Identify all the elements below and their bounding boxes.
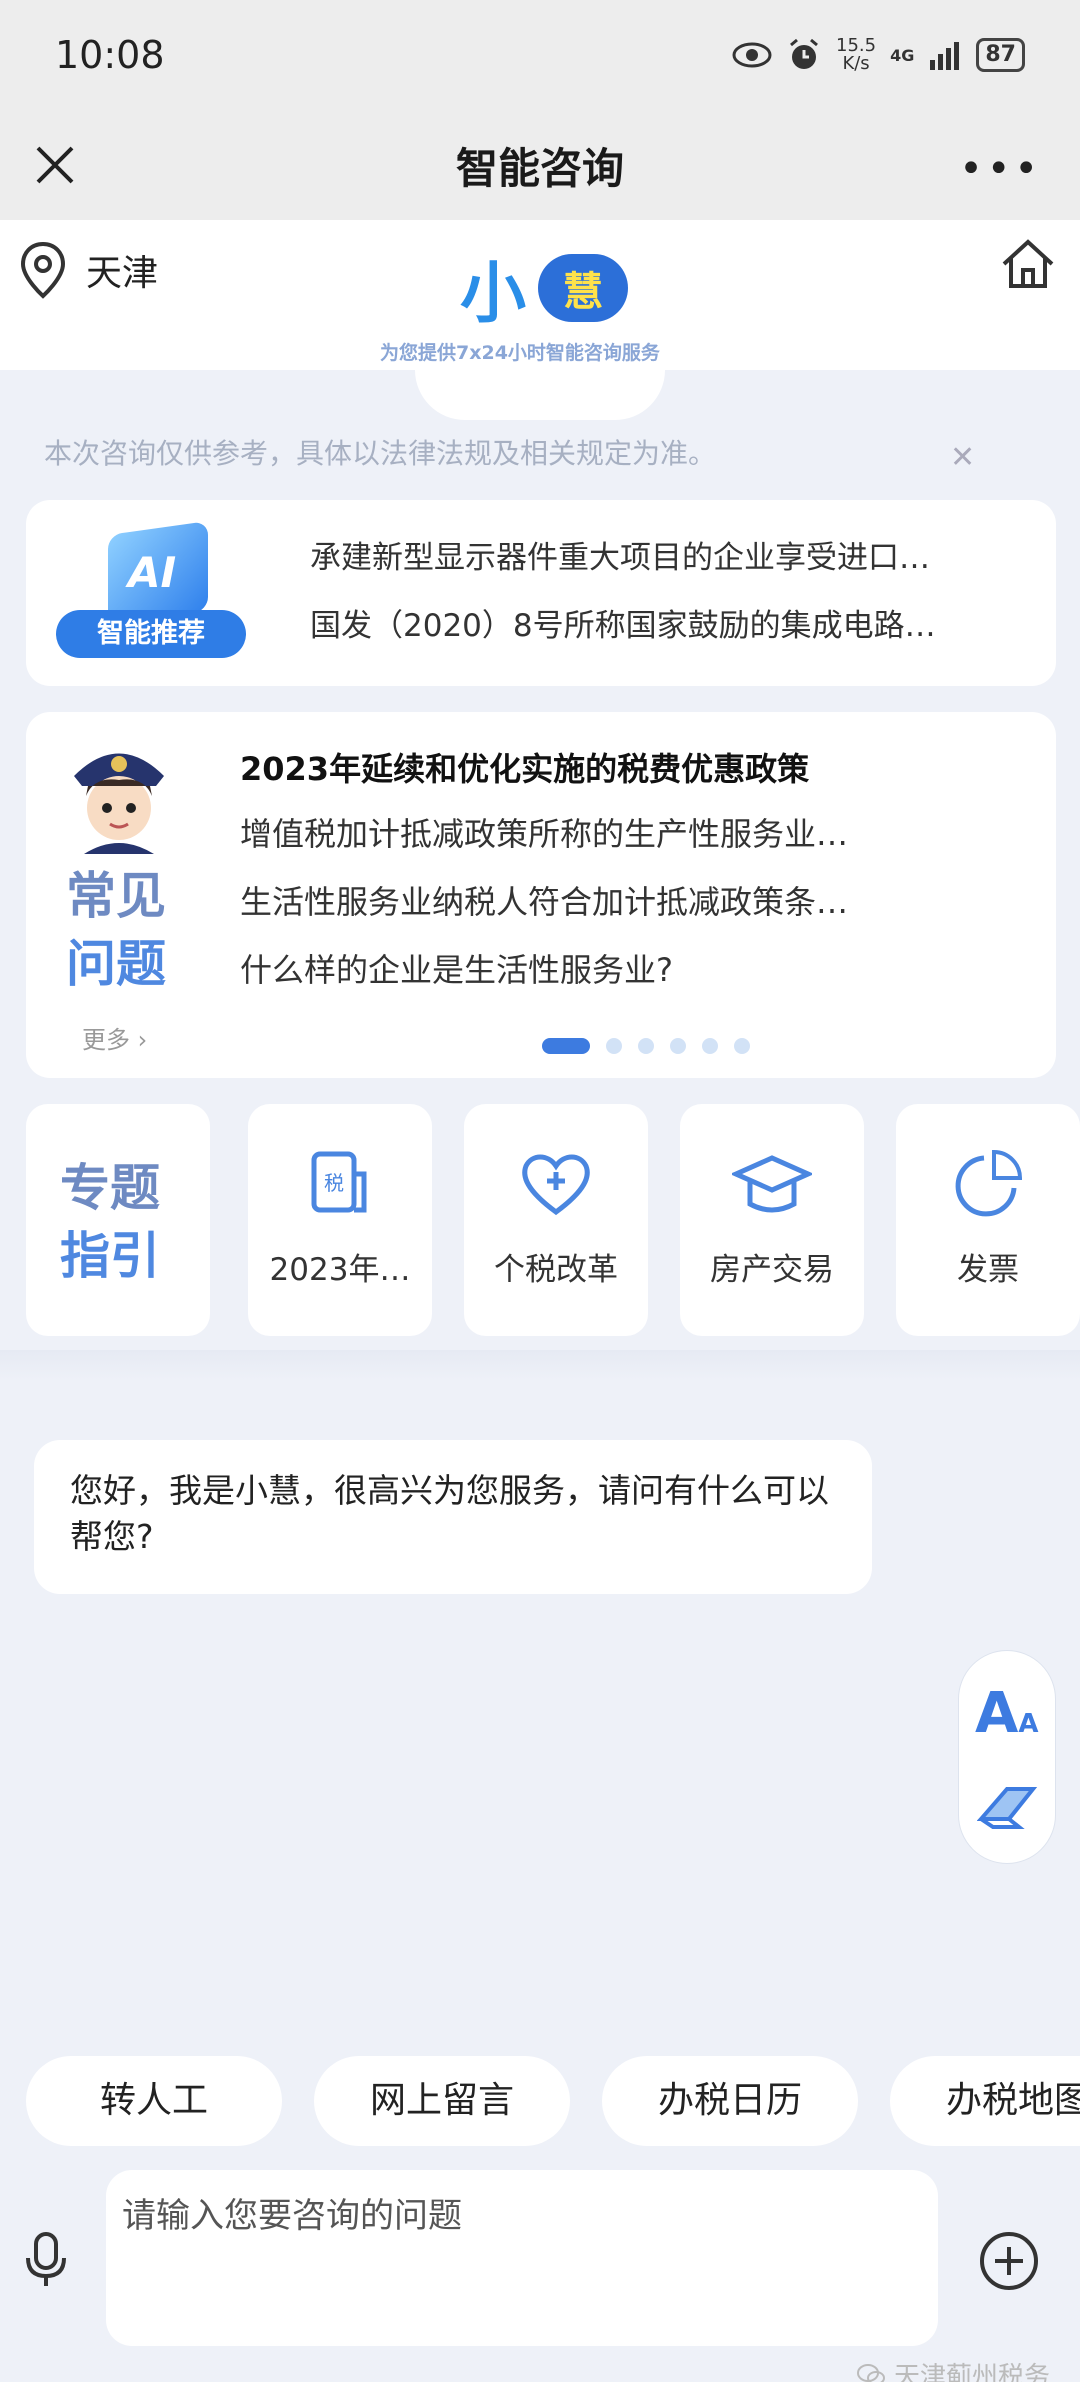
tax-officer-avatar <box>74 753 164 854</box>
add-icon[interactable] <box>978 2230 1040 2292</box>
pie-chart-icon <box>955 1149 1023 1217</box>
recommend-item[interactable]: 承建新型显示器件重大项目的企业享受进口… <box>310 530 1040 598</box>
carousel-dot[interactable] <box>606 1038 622 1054</box>
eye-icon <box>732 42 772 68</box>
signal-icon <box>930 42 960 70</box>
eraser-icon[interactable] <box>977 1779 1039 1833</box>
wechat-icon <box>856 2363 885 2382</box>
faq-item[interactable]: 什么样的企业是生活性服务业? <box>240 936 1000 1004</box>
battery-icon: 87 <box>976 38 1025 72</box>
input-area: 请输入您要咨询的问题 天津蓟州税务 <box>0 2160 1080 2382</box>
carousel-dot[interactable] <box>542 1038 590 1054</box>
faq-item[interactable]: 生活性服务业纳税人符合加计抵减政策条… <box>240 868 1000 936</box>
location-selector[interactable]: 天津 <box>18 240 158 300</box>
notice-close-icon[interactable]: ✕ <box>950 440 975 475</box>
topic-property[interactable]: 房产交易 <box>680 1104 864 1336</box>
status-bar: 10:08 15.5 K/s 4G 87 <box>0 0 1080 110</box>
net-speed: 15.5 K/s <box>836 35 877 74</box>
faq-card: 常见 问题 更多 › 2023年延续和优化实施的税费优惠政策 增值税加计抵减政策… <box>26 712 1056 1078</box>
faq-more-link[interactable]: 更多 › <box>82 1020 147 1055</box>
disclaimer-notice: 本次咨询仅供参考，具体以法律法规及相关规定为准。 <box>44 437 717 470</box>
page-title: 智能咨询 <box>455 143 624 193</box>
ai-recommend-badge: AI 智能推荐 <box>56 520 246 658</box>
location-pin-icon <box>20 241 66 299</box>
recommend-card: AI 智能推荐 承建新型显示器件重大项目的企业享受进口… 国发（2020）8号所… <box>26 500 1056 686</box>
carousel-dot[interactable] <box>670 1038 686 1054</box>
xiaohui-logo: 小 慧 <box>460 240 628 336</box>
close-icon[interactable] <box>30 140 80 190</box>
assistant-header: 天津 小 慧 为您提供7x24小时智能咨询服务 <box>0 220 1080 370</box>
clock: 10:08 <box>55 33 165 77</box>
slogan: 为您提供7x24小时智能咨询服务 <box>380 342 660 364</box>
tax-document-icon: 税 <box>311 1151 367 1213</box>
more-menu-icon[interactable]: ••• <box>959 146 1042 192</box>
svg-text:税: 税 <box>324 1171 344 1195</box>
graduation-cap-icon <box>732 1155 812 1213</box>
city-label: 天津 <box>86 253 159 294</box>
section-divider <box>0 1350 1080 1380</box>
quick-action-bar: 转人工 网上留言 办税日历 办税地图 <box>0 2040 1080 2150</box>
online-message-button[interactable]: 网上留言 <box>314 2056 570 2146</box>
network-label: 4G <box>890 45 915 65</box>
topic-guide-label: 专题 指引 <box>26 1104 210 1336</box>
status-icons: 15.5 K/s 4G 87 <box>732 37 1025 73</box>
faq-label: 常见 问题 <box>66 867 166 993</box>
tax-calendar-button[interactable]: 办税日历 <box>602 2056 858 2146</box>
side-toolbar: AA <box>958 1650 1056 1864</box>
recommend-list: 承建新型显示器件重大项目的企业享受进口… 国发（2020）8号所称国家鼓励的集成… <box>310 530 1040 666</box>
nav-bar: 智能咨询 ••• <box>0 110 1080 220</box>
font-size-button[interactable]: AA <box>975 1681 1038 1746</box>
heart-plus-icon <box>522 1154 590 1216</box>
transfer-human-button[interactable]: 转人工 <box>26 2056 282 2146</box>
topic-2023[interactable]: 税 2023年… <box>248 1104 432 1336</box>
carousel-dots <box>542 1038 750 1054</box>
carousel-dot[interactable] <box>734 1038 750 1054</box>
home-icon[interactable] <box>998 234 1058 294</box>
microphone-icon[interactable] <box>24 2230 68 2290</box>
topic-personal-tax[interactable]: 个税改革 <box>464 1104 648 1336</box>
carousel-dot[interactable] <box>702 1038 718 1054</box>
faq-item[interactable]: 增值税加计抵减政策所称的生产性服务业… <box>240 800 1000 868</box>
question-input[interactable]: 请输入您要咨询的问题 <box>106 2170 938 2346</box>
recommend-item[interactable]: 国发（2020）8号所称国家鼓励的集成电路… <box>310 598 1040 666</box>
header-notch <box>415 370 665 420</box>
faq-title: 2023年延续和优化实施的税费优惠政策 <box>240 750 810 788</box>
topic-guide-row: 专题 指引 税 2023年… 个税改革 房产交易 发票 <box>0 1104 1080 1340</box>
assistant-message-bubble: 您好，我是小慧，很高兴为您服务，请问有什么可以帮您? <box>34 1440 872 1594</box>
alarm-icon <box>790 38 818 69</box>
topic-invoice[interactable]: 发票 <box>896 1104 1080 1336</box>
carousel-dot[interactable] <box>638 1038 654 1054</box>
faq-list: 增值税加计抵减政策所称的生产性服务业… 生活性服务业纳税人符合加计抵减政策条… … <box>240 800 1000 1004</box>
tax-map-button[interactable]: 办税地图 <box>890 2056 1080 2146</box>
account-watermark: 天津蓟州税务 <box>856 2356 1050 2382</box>
